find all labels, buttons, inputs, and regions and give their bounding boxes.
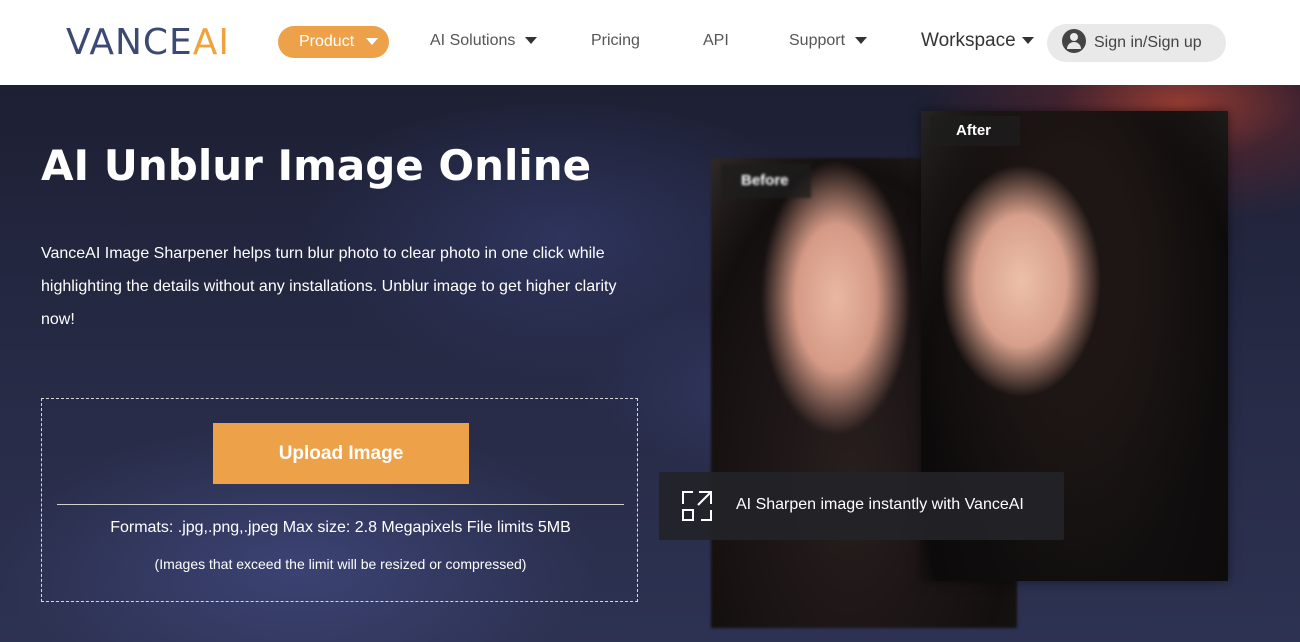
chevron-down-icon: [525, 37, 538, 45]
vanceai-logo[interactable]: VANCEAI: [66, 22, 230, 63]
upload-dropzone[interactable]: Upload Image Formats: .jpg,.png,.jpeg Ma…: [41, 398, 638, 602]
chevron-down-icon: [1021, 37, 1034, 45]
nav-workspace[interactable]: Workspace: [921, 30, 1034, 52]
chevron-down-icon: [855, 37, 868, 45]
nav-api[interactable]: API: [703, 32, 729, 50]
nav-workspace-label: Workspace: [921, 30, 1016, 51]
hero-section: AI Unblur Image Online VanceAI Image Sha…: [0, 85, 1300, 642]
expand-icon: [682, 491, 712, 521]
divider: [57, 504, 624, 505]
formats-info: Formats: .jpg,.png,.jpeg Max size: 2.8 M…: [110, 519, 571, 536]
nav-support-label: Support: [789, 32, 846, 49]
logo-ai: AI: [192, 22, 231, 63]
chevron-down-icon: [366, 38, 379, 46]
nav-product-button[interactable]: Product: [278, 26, 389, 58]
before-label: Before: [721, 164, 811, 198]
signin-label: Sign in/Sign up: [1094, 34, 1202, 51]
site-header: VANCEAI Product AI Solutions Pricing API…: [0, 0, 1300, 85]
page-title: AI Unblur Image Online: [41, 141, 592, 190]
after-label: After: [930, 116, 1020, 146]
user-icon: [1062, 29, 1086, 54]
comparison-caption: AI Sharpen image instantly with VanceAI: [659, 472, 1064, 540]
logo-brand: VANCE: [66, 22, 193, 63]
nav-ai-solutions[interactable]: AI Solutions: [430, 32, 538, 50]
nav-support[interactable]: Support: [789, 32, 868, 50]
hero-description: VanceAI Image Sharpener helps turn blur …: [41, 245, 617, 328]
caption-text: AI Sharpen image instantly with VanceAI: [736, 496, 1024, 513]
upload-image-button[interactable]: Upload Image: [213, 423, 469, 484]
nav-ai-solutions-label: AI Solutions: [430, 32, 516, 49]
resize-note: (Images that exceed the limit will be re…: [154, 556, 527, 572]
nav-pricing[interactable]: Pricing: [591, 32, 640, 50]
signin-button[interactable]: Sign in/Sign up: [1047, 24, 1226, 62]
nav-product-label: Product: [299, 33, 355, 50]
